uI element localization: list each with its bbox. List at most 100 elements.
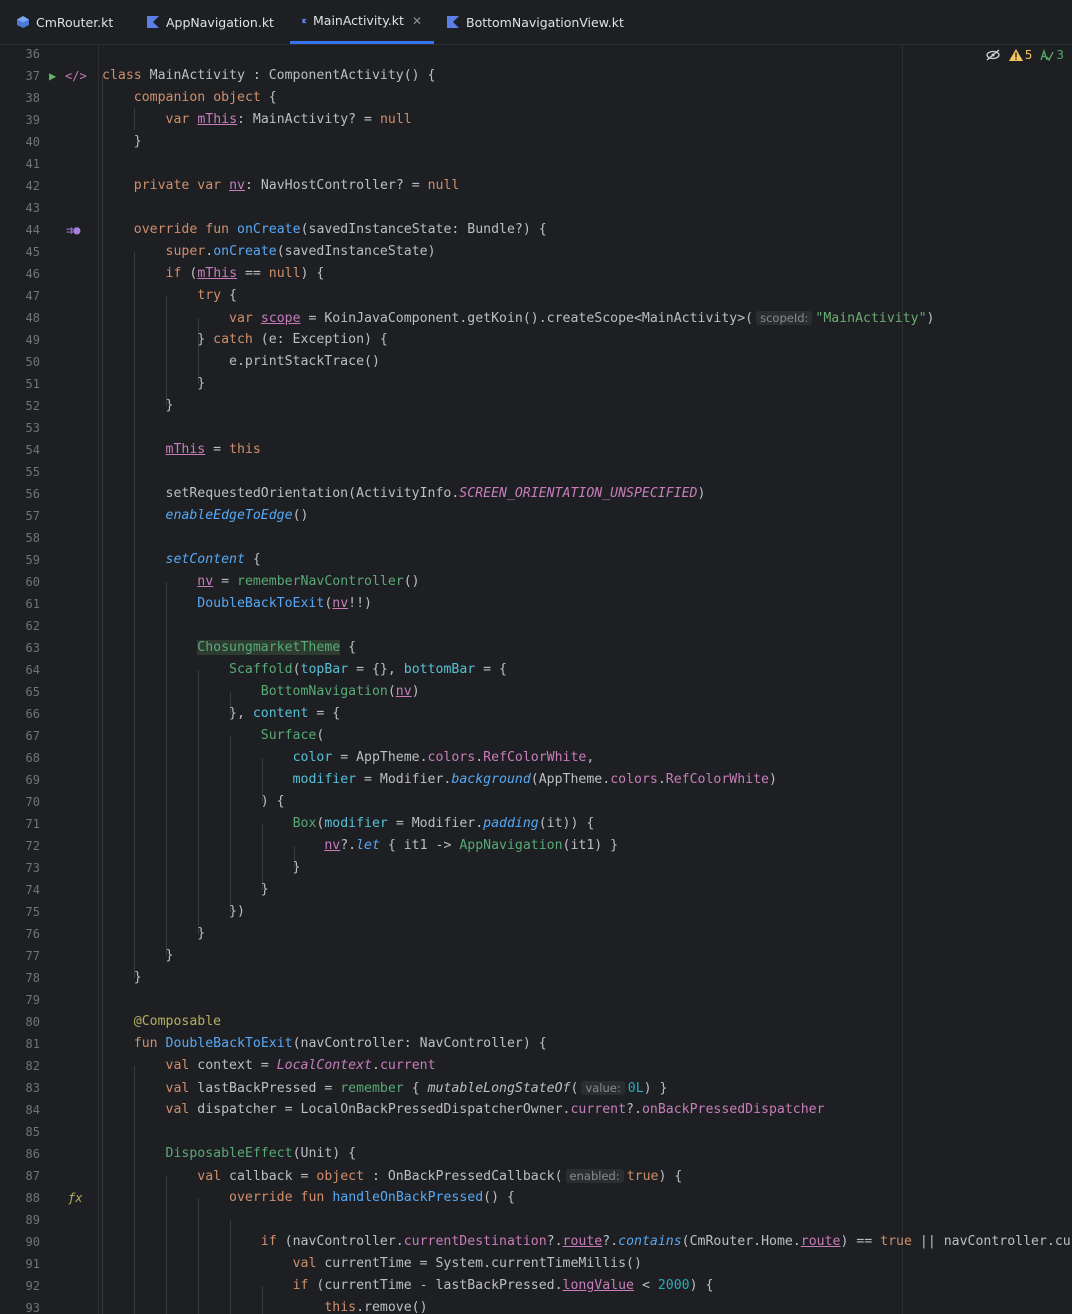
line-number[interactable]: 55 <box>0 461 40 483</box>
line-number[interactable]: 73 <box>0 857 40 879</box>
line-number[interactable]: 92 <box>0 1275 40 1297</box>
line-number[interactable]: 38 <box>0 87 40 109</box>
code-line[interactable]: 79 <box>0 989 1072 1011</box>
code-line[interactable]: 60 nv = rememberNavController() <box>0 571 1072 593</box>
line-number[interactable]: 79 <box>0 989 40 1011</box>
code-line[interactable]: 41 <box>0 153 1072 175</box>
line-number[interactable]: 77 <box>0 945 40 967</box>
line-number[interactable]: 70 <box>0 791 40 813</box>
line-number[interactable]: 89 <box>0 1209 40 1231</box>
line-number[interactable]: 60 <box>0 571 40 593</box>
code-line[interactable]: 39 var mThis: MainActivity? = null <box>0 109 1072 131</box>
line-number[interactable]: 64 <box>0 659 40 681</box>
code-line[interactable]: 40 } <box>0 131 1072 153</box>
code-line[interactable]: 36 <box>0 45 1072 65</box>
code-line[interactable]: 93 this.remove() <box>0 1297 1072 1314</box>
line-number[interactable]: 75 <box>0 901 40 923</box>
code-line[interactable]: 49 } catch (e: Exception) { <box>0 329 1072 351</box>
code-line[interactable]: 43 <box>0 197 1072 219</box>
line-number[interactable]: 69 <box>0 769 40 791</box>
line-number[interactable]: 59 <box>0 549 40 571</box>
code-line[interactable]: 50 e.printStackTrace() <box>0 351 1072 373</box>
code-editor[interactable]: ▶ </> ⇉● ƒx 36 37 class MainActivity : Com… <box>0 45 1072 1314</box>
line-number[interactable]: 36 <box>0 45 40 65</box>
line-number[interactable]: 90 <box>0 1231 40 1253</box>
code-line[interactable]: 47 try { <box>0 285 1072 307</box>
line-number[interactable]: 71 <box>0 813 40 835</box>
code-line[interactable]: 74 } <box>0 879 1072 901</box>
code-line[interactable]: 51 } <box>0 373 1072 395</box>
line-number[interactable]: 88 <box>0 1187 40 1209</box>
line-number[interactable]: 67 <box>0 725 40 747</box>
code-line[interactable]: 65 BottomNavigation(nv) <box>0 681 1072 703</box>
code-line[interactable]: 63 ChosungmarketTheme { <box>0 637 1072 659</box>
line-number[interactable]: 51 <box>0 373 40 395</box>
code-line[interactable]: 82 val context = LocalContext.current <box>0 1055 1072 1077</box>
code-line[interactable]: 73 } <box>0 857 1072 879</box>
code-line[interactable]: 80 @Composable <box>0 1011 1072 1033</box>
code-line[interactable]: 42 private var nv: NavHostController? = … <box>0 175 1072 197</box>
line-number[interactable]: 50 <box>0 351 40 373</box>
code-line[interactable]: 81 fun DoubleBackToExit(navController: N… <box>0 1033 1072 1055</box>
code-line[interactable]: 86 DisposableEffect(Unit) { <box>0 1143 1072 1165</box>
code-line[interactable]: 91 val currentTime = System.currentTimeM… <box>0 1253 1072 1275</box>
code-line[interactable]: 37 class MainActivity : ComponentActivity… <box>0 65 1072 87</box>
line-number[interactable]: 48 <box>0 307 40 329</box>
code-line[interactable]: 78 } <box>0 967 1072 989</box>
line-number[interactable]: 87 <box>0 1165 40 1187</box>
code-line[interactable]: 77 } <box>0 945 1072 967</box>
code-line[interactable]: 57 enableEdgeToEdge() <box>0 505 1072 527</box>
code-line[interactable]: 90 if (navController.currentDestination?… <box>0 1231 1072 1253</box>
close-icon[interactable]: ✕ <box>412 14 422 28</box>
code-line[interactable]: 45 super.onCreate(savedInstanceState) <box>0 241 1072 263</box>
line-number[interactable]: 68 <box>0 747 40 769</box>
line-number[interactable]: 41 <box>0 153 40 175</box>
tab-bottomnavigationview[interactable]: BottomNavigationView.kt <box>446 0 624 44</box>
line-number[interactable]: 42 <box>0 175 40 197</box>
line-number[interactable]: 86 <box>0 1143 40 1165</box>
code-line[interactable]: 56 setRequestedOrientation(ActivityInfo.… <box>0 483 1072 505</box>
line-number[interactable]: 52 <box>0 395 40 417</box>
tab-mainactivity[interactable]: MainActivity.kt ✕ <box>290 0 434 44</box>
line-number[interactable]: 76 <box>0 923 40 945</box>
tab-appnavigation[interactable]: AppNavigation.kt <box>146 0 274 44</box>
line-number[interactable]: 74 <box>0 879 40 901</box>
code-line[interactable]: 53 <box>0 417 1072 439</box>
line-number[interactable]: 37 <box>0 65 40 87</box>
line-number[interactable]: 78 <box>0 967 40 989</box>
code-line[interactable]: 70 ) { <box>0 791 1072 813</box>
code-line[interactable]: 58 <box>0 527 1072 549</box>
line-number[interactable]: 56 <box>0 483 40 505</box>
line-number[interactable]: 43 <box>0 197 40 219</box>
code-line[interactable]: 76 } <box>0 923 1072 945</box>
code-line[interactable]: 55 <box>0 461 1072 483</box>
code-line[interactable]: 72 nv?.let { it1 -> AppNavigation(it1) } <box>0 835 1072 857</box>
line-number[interactable]: 72 <box>0 835 40 857</box>
line-number[interactable]: 58 <box>0 527 40 549</box>
line-number[interactable]: 49 <box>0 329 40 351</box>
line-number[interactable]: 82 <box>0 1055 40 1077</box>
line-number[interactable]: 54 <box>0 439 40 461</box>
line-number[interactable]: 66 <box>0 703 40 725</box>
code-line[interactable]: 44 override fun onCreate(savedInstanceSt… <box>0 219 1072 241</box>
line-number[interactable]: 44 <box>0 219 40 241</box>
line-number[interactable]: 80 <box>0 1011 40 1033</box>
line-number[interactable]: 57 <box>0 505 40 527</box>
line-number[interactable]: 62 <box>0 615 40 637</box>
code-line[interactable]: 66 }, content = { <box>0 703 1072 725</box>
line-number[interactable]: 81 <box>0 1033 40 1055</box>
line-number[interactable]: 84 <box>0 1099 40 1121</box>
code-line[interactable]: 84 val dispatcher = LocalOnBackPressedDi… <box>0 1099 1072 1121</box>
code-line[interactable]: 71 Box(modifier = Modifier.padding(it)) … <box>0 813 1072 835</box>
code-line[interactable]: 62 <box>0 615 1072 637</box>
code-line[interactable]: 38 companion object { <box>0 87 1072 109</box>
code-line[interactable]: 75 }) <box>0 901 1072 923</box>
code-line[interactable]: 54 mThis = this <box>0 439 1072 461</box>
code-line[interactable]: 68 color = AppTheme.colors.RefColorWhite… <box>0 747 1072 769</box>
line-number[interactable]: 85 <box>0 1121 40 1143</box>
code-line[interactable]: 64 Scaffold(topBar = {}, bottomBar = { <box>0 659 1072 681</box>
code-line[interactable]: 67 Surface( <box>0 725 1072 747</box>
code-line[interactable]: 89 <box>0 1209 1072 1231</box>
line-number[interactable]: 53 <box>0 417 40 439</box>
code-line[interactable]: 85 <box>0 1121 1072 1143</box>
